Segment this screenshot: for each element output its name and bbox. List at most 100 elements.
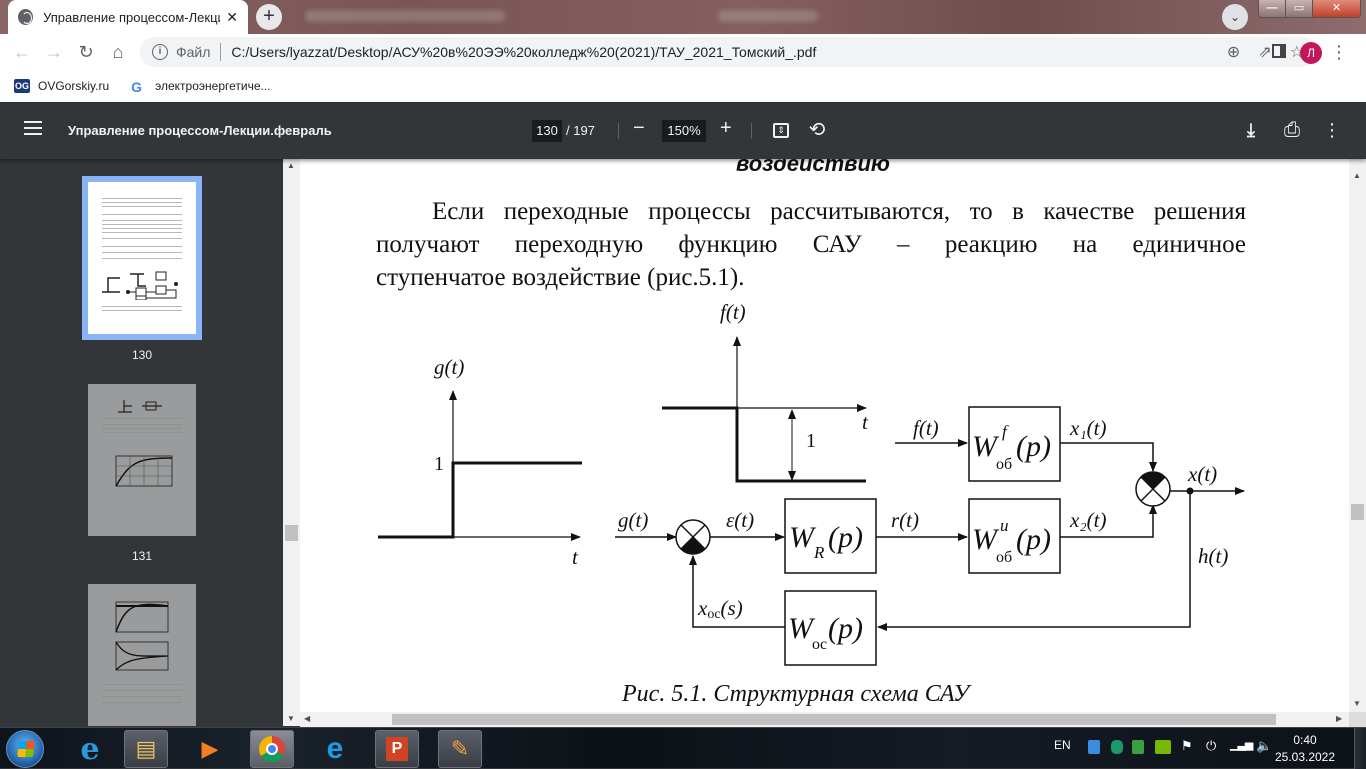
more-actions-icon[interactable]: ⋮: [1321, 119, 1343, 141]
zoom-icon[interactable]: ⊕: [1227, 42, 1240, 62]
scroll-left-arrow-icon[interactable]: ◀: [304, 714, 310, 723]
bookmark-electro[interactable]: G электроэнергетиче...: [131, 79, 270, 95]
paragraph: Если переходные процессы рассчитываются,…: [376, 195, 1246, 294]
blurred-tab[interactable]: [305, 10, 505, 22]
taskbar-media-player[interactable]: ▶: [188, 730, 232, 768]
summing-junction-2: [1135, 471, 1171, 507]
zoom-out-button[interactable]: −: [633, 117, 645, 140]
print-icon[interactable]: ⎙: [1281, 119, 1303, 141]
thumbnail-page-132[interactable]: [88, 584, 196, 726]
signal-r: r(t): [891, 508, 919, 532]
sidebar-scrollbar[interactable]: ▲ ▼: [283, 159, 300, 726]
zoom-level-input[interactable]: 150%: [662, 120, 706, 142]
tab-close-button[interactable]: ✕: [226, 9, 238, 26]
page-horizontal-scrollbar[interactable]: ◀ ▶: [300, 712, 1349, 727]
page-vertical-scrollbar[interactable]: ▲ ▼: [1349, 159, 1366, 712]
page-scroll-thumb[interactable]: [1351, 504, 1364, 520]
thumbnail-diagram: [118, 400, 162, 413]
scrollbar-corner: [1349, 712, 1366, 727]
svg-text:(p): (p): [828, 612, 863, 645]
side-panel-icon[interactable]: [1272, 44, 1286, 58]
g-step-plot: g(t) 1 t: [378, 355, 582, 569]
thumbnail-page-130[interactable]: [88, 182, 196, 334]
browser-toolbar: ← → ↻ ⌂ i Файл C:/Users/lyazzat/Desktop/…: [0, 34, 1366, 70]
bookmark-ovgorskiy[interactable]: OG OVGorskiy.ru: [14, 79, 109, 93]
scroll-down-arrow-icon[interactable]: ▼: [287, 714, 295, 723]
close-window-button[interactable]: ✕: [1313, 0, 1360, 17]
f-plot-xlabel: t: [862, 410, 869, 434]
scroll-up-arrow-icon[interactable]: ▲: [1353, 171, 1361, 180]
reload-button[interactable]: ↻: [70, 42, 102, 63]
scroll-right-arrow-icon[interactable]: ▶: [1336, 714, 1342, 723]
start-button[interactable]: [6, 730, 44, 768]
share-icon[interactable]: ⇗: [1258, 42, 1271, 62]
thumbnail-chart: [115, 455, 173, 487]
language-indicator[interactable]: EN: [1054, 738, 1071, 752]
taskbar-powerpoint[interactable]: P: [375, 730, 419, 768]
show-desktop-button[interactable]: [1354, 728, 1366, 769]
page-total: / 197: [566, 123, 595, 138]
home-button[interactable]: ⌂: [102, 42, 134, 63]
tray-app-icon[interactable]: [1088, 740, 1100, 754]
download-icon[interactable]: ⤓: [1240, 119, 1262, 141]
new-tab-button[interactable]: +: [256, 4, 282, 30]
tray-shield-icon[interactable]: [1111, 740, 1123, 754]
page-number-input[interactable]: 130: [532, 120, 562, 142]
site-info-icon[interactable]: i: [152, 44, 168, 60]
hamburger-menu-icon[interactable]: [24, 121, 42, 135]
signal-h: h(t): [1198, 544, 1228, 568]
tab-search-button[interactable]: ⌄: [1222, 4, 1248, 30]
svg-text:W: W: [789, 521, 817, 554]
windows-taskbar: e ▤ ▶ e P ✎ EN ⚑ ⏻ ▁▃▅ 🔈 0:40 25.03.2022: [0, 727, 1366, 769]
minimize-button[interactable]: —: [1259, 0, 1286, 17]
block-diagram: g(t) 1 t f(t) 1 t g(t) ε(t) W R (p) r(t)…: [378, 300, 1245, 666]
maximize-button[interactable]: ▭: [1286, 0, 1313, 17]
taskbar-file-explorer[interactable]: ▤: [124, 730, 168, 768]
tray-nvidia-icon[interactable]: [1155, 740, 1171, 754]
scroll-up-arrow-icon[interactable]: ▲: [287, 161, 295, 170]
zoom-in-button[interactable]: +: [720, 117, 732, 140]
svg-text:R: R: [813, 543, 825, 562]
blurred-tab[interactable]: [718, 10, 818, 22]
paragraph-line: получают переходную функцию САУ – реакци…: [376, 231, 1246, 258]
thumbnail-label: 131: [131, 549, 153, 563]
block-Wu: W u об (p): [968, 498, 1061, 574]
browser-menu-icon[interactable]: ⋮: [1330, 42, 1348, 62]
block-Woc: W oc (p): [784, 590, 877, 666]
svg-text:(p): (p): [1016, 523, 1051, 556]
signal-f: f(t): [913, 416, 939, 440]
thumbnail-sidebar: 130 131: [0, 159, 283, 726]
url-text[interactable]: C:/Users/lyazzat/Desktop/АСУ%20в%20ЭЭ%20…: [231, 44, 1208, 60]
back-button[interactable]: ←: [6, 42, 38, 63]
horizontal-scroll-thumb[interactable]: [392, 714, 1276, 725]
ovgorskiy-favicon: OG: [14, 79, 30, 93]
scroll-down-arrow-icon[interactable]: ▼: [1353, 699, 1361, 708]
address-bar[interactable]: i Файл C:/Users/lyazzat/Desktop/АСУ%20в%…: [140, 37, 1316, 67]
svg-text:oc: oc: [812, 636, 827, 653]
taskbar-edge[interactable]: e: [313, 730, 357, 768]
system-clock[interactable]: 0:40 25.03.2022: [1270, 732, 1340, 766]
svg-text:(p): (p): [1016, 430, 1051, 463]
f-step-plot: f(t) 1 t: [662, 300, 869, 483]
taskbar-paint[interactable]: ✎: [438, 730, 482, 768]
forward-button[interactable]: →: [38, 42, 70, 63]
thumbnail-diagram: [102, 271, 178, 300]
signal-icon[interactable]: ▁▃▅: [1230, 738, 1253, 751]
thumbnail-page-131[interactable]: [88, 384, 196, 536]
rotate-icon[interactable]: ⟲: [806, 119, 828, 141]
taskbar-chrome[interactable]: [250, 730, 294, 768]
bookmark-label: OVGorskiy.ru: [38, 79, 110, 93]
sidebar-scroll-thumb[interactable]: [285, 525, 298, 541]
tab-title: Управление процессом-Лекции: [43, 9, 221, 25]
figure-caption: Рис. 5.1. Структурная схема САУ: [622, 681, 970, 707]
tab-active[interactable]: Управление процессом-Лекции ✕: [8, 0, 248, 34]
action-center-flag-icon[interactable]: ⚑: [1181, 738, 1193, 754]
block-WR: W R (p): [784, 498, 877, 574]
power-icon[interactable]: ⏻: [1206, 738, 1216, 754]
summing-junction-1: [675, 519, 711, 555]
fit-page-icon[interactable]: ⇕: [773, 123, 789, 138]
profile-avatar[interactable]: Л: [1300, 42, 1322, 64]
tray-network-lock-icon[interactable]: [1132, 740, 1144, 754]
divider: [220, 43, 222, 61]
taskbar-internet-explorer[interactable]: e: [68, 730, 112, 768]
